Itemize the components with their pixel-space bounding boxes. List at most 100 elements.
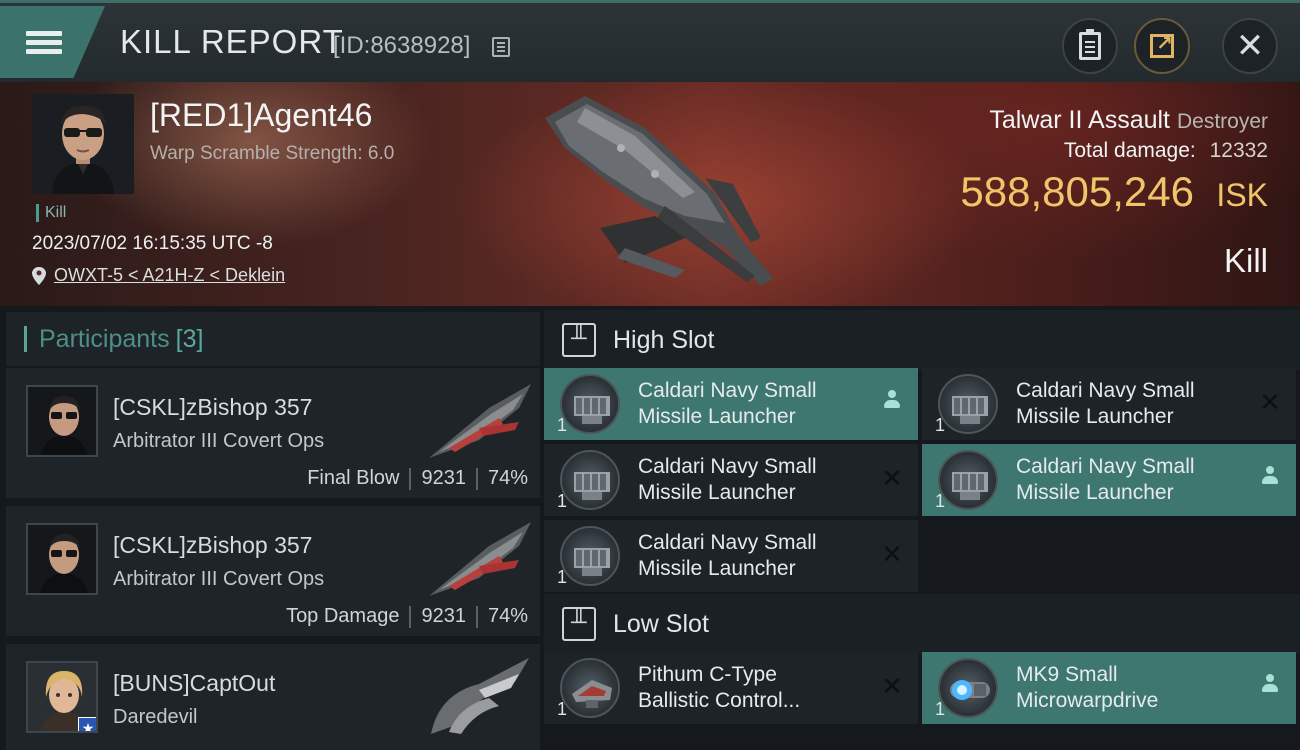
ship-class: Destroyer — [1176, 110, 1268, 133]
module-item[interactable]: 1 Caldari Navy Small Missile Launcher ✕ — [544, 520, 918, 592]
hamburger-menu-icon — [26, 27, 62, 58]
participant-avatar[interactable]: ★ — [26, 661, 98, 733]
victim-avatar[interactable] — [32, 94, 134, 194]
location-link[interactable]: OWXT-5 < A21H-Z < Deklein — [54, 265, 285, 286]
microwarpdrive-icon — [938, 658, 998, 718]
module-name: Caldari Navy Small Missile Launcher — [638, 531, 817, 580]
isk-unit: ISK — [1216, 177, 1268, 213]
participant-avatar[interactable] — [26, 523, 98, 595]
participant-name[interactable]: [CSKL]zBishop 357 — [113, 394, 312, 421]
participant-ship: Arbitrator III Covert Ops — [113, 568, 325, 590]
ballistic-control-icon — [560, 658, 620, 718]
low-slot-icon — [562, 607, 596, 641]
module-item[interactable]: 1 Caldari Navy Small Missile Launcher ✕ — [544, 444, 918, 516]
participants-label: Participants — [39, 324, 170, 353]
victim-summary: [RED1]Agent46 Warp Scramble Strength: 6.… — [0, 82, 1300, 306]
module-name: MK9 Small Microwarpdrive — [1016, 663, 1159, 712]
dropped-person-icon — [1258, 466, 1282, 490]
participant-row[interactable]: ★ [BUNS]CaptOut Daredevil — [6, 644, 540, 750]
isk-value: 588,805,246 ISK — [960, 168, 1268, 216]
participant-row[interactable]: [CSKL]zBishop 357 Arbitrator III Covert … — [6, 506, 540, 640]
total-damage-value: 12332 — [1209, 139, 1268, 162]
total-damage: Total damage: 12332 — [1064, 139, 1268, 163]
participant-stats: Top Damage 9231 74% — [286, 605, 528, 628]
participant-ship: Daredevil — [113, 706, 198, 728]
close-icon: ✕ — [1235, 27, 1265, 65]
participant-percent: 74% — [487, 467, 528, 489]
module-quantity: 1 — [557, 699, 568, 719]
participant-ship-image — [431, 658, 529, 734]
destroyed-x-icon: ✕ — [1259, 387, 1281, 417]
participant-ship: Arbitrator III Covert Ops — [113, 430, 325, 452]
module-quantity: 1 — [935, 699, 946, 719]
warp-scramble-strength: Warp Scramble Strength: 6.0 — [150, 143, 395, 164]
module-quantity: 1 — [935, 415, 946, 435]
module-name: Pithum C-Type Ballistic Control... — [638, 663, 801, 712]
dropped-person-icon — [1258, 674, 1282, 698]
module-quantity: 1 — [935, 491, 946, 511]
module-quantity: 1 — [557, 567, 568, 587]
kill-tag: Kill — [36, 204, 66, 222]
low-slot-header: Low Slot — [544, 594, 1300, 654]
kill-result: Kill — [1223, 242, 1268, 279]
module-name: Caldari Navy Small Missile Launcher — [638, 379, 817, 428]
victim-name[interactable]: [RED1]Agent46 — [150, 97, 372, 134]
missile-launcher-icon — [560, 374, 620, 434]
ship-type-name: Talwar II Assault — [989, 106, 1171, 134]
destroyed-x-icon: ✕ — [881, 539, 903, 569]
high-slot-title: High Slot — [613, 325, 715, 354]
module-item[interactable]: 1 MK9 Small Microwarpdrive — [922, 652, 1296, 724]
high-slot-header: High Slot — [544, 310, 1300, 370]
high-slot-icon — [562, 323, 596, 357]
missile-launcher-icon — [560, 526, 620, 586]
module-quantity: 1 — [557, 415, 568, 435]
participant-ship-image — [429, 384, 531, 458]
module-name: Caldari Navy Small Missile Launcher — [1016, 455, 1195, 504]
kill-timestamp: 2023/07/02 16:15:35 UTC -8 — [32, 233, 273, 254]
dropped-person-icon — [880, 390, 904, 414]
participant-damage: 9231 — [421, 605, 466, 627]
participant-avatar[interactable] — [26, 385, 98, 457]
share-icon — [1150, 31, 1174, 58]
total-damage-label: Total damage: — [1063, 139, 1196, 162]
participant-row[interactable]: [CSKL]zBishop 357 Arbitrator III Covert … — [6, 368, 540, 502]
participant-percent: 74% — [487, 605, 528, 627]
module-name: Caldari Navy Small Missile Launcher — [1016, 379, 1195, 428]
isk-amount: 588,805,246 — [960, 168, 1194, 215]
module-name: Caldari Navy Small Missile Launcher — [638, 455, 817, 504]
module-item[interactable]: 1 Caldari Navy Small Missile Launcher — [922, 444, 1296, 516]
clipboard-icon — [1079, 29, 1101, 60]
module-quantity: 1 — [557, 491, 568, 511]
missile-launcher-icon — [560, 450, 620, 510]
participant-name[interactable]: [BUNS]CaptOut — [113, 670, 275, 697]
kill-location[interactable]: OWXT-5 < A21H-Z < Deklein — [32, 265, 285, 286]
destroyed-x-icon: ✕ — [881, 463, 903, 493]
participants-header: Participants [3] — [6, 312, 540, 366]
close-button[interactable]: ✕ — [1222, 18, 1278, 74]
participant-ship-image — [429, 522, 531, 596]
copy-id-icon[interactable] — [492, 37, 510, 57]
module-item[interactable]: 1 Caldari Navy Small Missile Launcher — [544, 368, 918, 440]
page-title: KILL REPORT — [120, 23, 344, 60]
module-item[interactable]: 1 Pithum C-Type Ballistic Control... ✕ — [544, 652, 918, 724]
location-pin-icon — [32, 266, 46, 285]
module-item[interactable]: 1 Caldari Navy Small Missile Launcher ✕ — [922, 368, 1296, 440]
destroyed-x-icon: ✕ — [881, 671, 903, 701]
top-bar: KILL REPORT [ID:8638928] ✕ — [0, 0, 1300, 82]
star-badge-icon: ★ — [78, 717, 96, 731]
clipboard-button[interactable] — [1062, 18, 1118, 74]
report-id: [ID:8638928] — [333, 32, 471, 59]
participant-role: Top Damage — [286, 605, 400, 627]
missile-launcher-icon — [938, 450, 998, 510]
participants-count: [3] — [175, 324, 204, 353]
participant-name[interactable]: [CSKL]zBishop 357 — [113, 532, 312, 559]
victim-ship-image[interactable] — [525, 88, 785, 293]
participant-role: Final Blow — [307, 467, 400, 489]
victim-ship-name: Talwar II Assault Destroyer — [989, 106, 1268, 135]
participant-stats: Final Blow 9231 74% — [307, 467, 528, 490]
menu-button[interactable] — [0, 6, 105, 78]
low-slot-title: Low Slot — [613, 609, 709, 638]
participant-damage: 9231 — [421, 467, 466, 489]
share-button[interactable] — [1134, 18, 1190, 74]
missile-launcher-icon — [938, 374, 998, 434]
